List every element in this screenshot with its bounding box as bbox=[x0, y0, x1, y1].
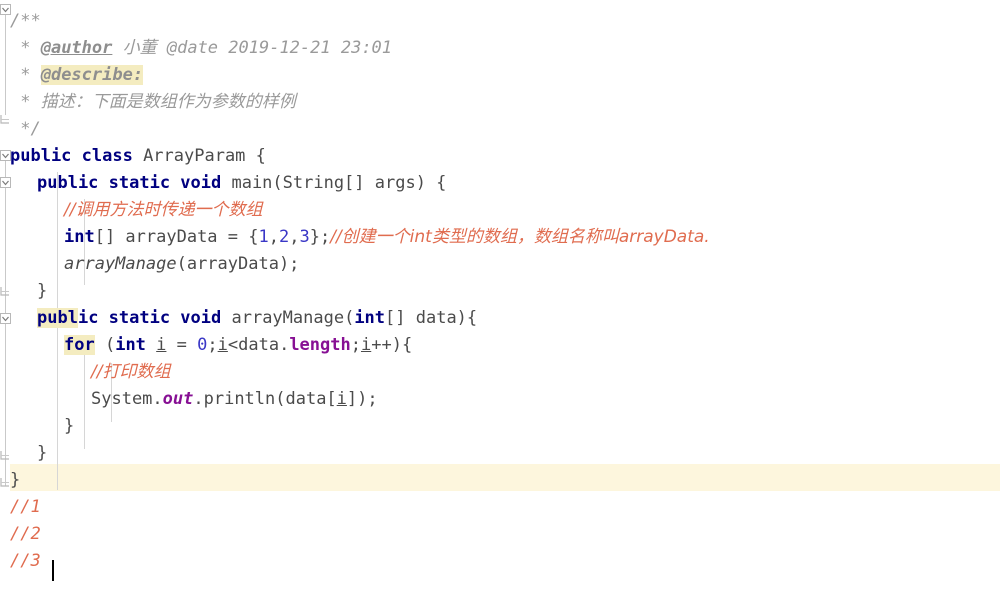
code-line-for-close-brace[interactable]: } bbox=[0, 413, 1000, 440]
code-token: } bbox=[10, 470, 21, 490]
code-line-arraymanage-declaration[interactable]: public static void arrayManage(int[] dat… bbox=[0, 305, 1000, 332]
code-token: @describe: bbox=[40, 65, 144, 85]
code-token: ++){ bbox=[371, 335, 413, 355]
code-line-output-2[interactable]: //2 bbox=[0, 521, 1000, 548]
code-token: ; bbox=[350, 335, 361, 355]
code-token: int bbox=[354, 308, 386, 328]
code-line-comment-print-array[interactable]: //打印数组 bbox=[0, 359, 1000, 386]
code-line-output-1[interactable]: //1 bbox=[0, 494, 1000, 521]
code-token: ; bbox=[207, 335, 218, 355]
code-line-main-declaration[interactable]: public static void main(String[] args) { bbox=[0, 170, 1000, 197]
code-token: ]); bbox=[346, 389, 378, 409]
code-line-javadoc-open[interactable]: /** bbox=[0, 8, 1000, 35]
fold-rail-main bbox=[5, 188, 6, 287]
code-token: } bbox=[37, 443, 48, 463]
fold-marker-javadoc-end[interactable] bbox=[0, 114, 11, 125]
code-token: , bbox=[268, 227, 279, 247]
code-token: 2 bbox=[278, 227, 290, 247]
code-token: } bbox=[64, 416, 75, 436]
fold-rail-arraymanage bbox=[5, 324, 6, 451]
code-line-main-close-brace[interactable]: } bbox=[0, 278, 1000, 305]
code-token: [] data){ bbox=[385, 308, 478, 328]
code-token: ( bbox=[94, 335, 116, 355]
text-caret bbox=[52, 560, 54, 581]
code-token: /** bbox=[10, 11, 41, 31]
code-token: i bbox=[360, 335, 372, 355]
code-token: out bbox=[162, 389, 194, 409]
fold-marker-javadoc-start[interactable] bbox=[0, 4, 11, 15]
code-token: publ bbox=[37, 308, 78, 328]
code-line-arraymanage-close-brace[interactable]: } bbox=[0, 440, 1000, 467]
code-token: length bbox=[289, 335, 351, 355]
code-token: <data. bbox=[227, 335, 290, 355]
code-token: int bbox=[115, 335, 146, 355]
code-token: i bbox=[217, 335, 228, 355]
editor-gutter[interactable] bbox=[0, 0, 11, 604]
fold-marker-class-start[interactable] bbox=[0, 150, 11, 161]
code-token: @date 2019-12-21 23:01 bbox=[156, 38, 393, 58]
fold-marker-method-main-start[interactable] bbox=[0, 177, 11, 188]
code-token: //2 bbox=[10, 524, 41, 544]
code-line-class-close-brace[interactable]: } bbox=[0, 467, 1000, 494]
code-token: 小董 bbox=[122, 38, 157, 58]
code-line-javadoc-close[interactable]: */ bbox=[0, 116, 1000, 143]
fold-marker-method-main-end[interactable] bbox=[0, 286, 11, 297]
code-token: * bbox=[10, 65, 41, 85]
fold-marker-method-arraymanage-end[interactable] bbox=[0, 450, 11, 461]
code-token: }; bbox=[309, 227, 331, 247]
code-line-class-declaration[interactable]: public class ArrayParam { bbox=[0, 143, 1000, 170]
code-line-for-loop[interactable]: for (int i = 0;i<data.length;i++){ bbox=[0, 332, 1000, 359]
code-token: @author bbox=[40, 38, 113, 58]
fold-marker-class-end[interactable] bbox=[0, 477, 11, 488]
code-line-javadoc-description[interactable]: * 描述：下面是数组作为参数的样例 bbox=[0, 89, 1000, 116]
code-token: i bbox=[156, 335, 167, 355]
fold-marker-method-arraymanage-start[interactable] bbox=[0, 313, 11, 324]
code-token: 3 bbox=[299, 227, 310, 247]
code-token: arrayManage( bbox=[221, 308, 355, 328]
code-token: 描述：下面是数组作为参数的样例 bbox=[40, 92, 296, 112]
code-token: arrayManage bbox=[64, 254, 177, 274]
code-token: int bbox=[64, 227, 95, 247]
code-token: 1 bbox=[258, 227, 269, 247]
code-token: .println(data[ bbox=[193, 389, 337, 409]
code-token: //打印数组 bbox=[91, 362, 171, 382]
code-token: (arrayData); bbox=[176, 254, 300, 274]
code-token: public class bbox=[10, 146, 133, 166]
code-token: main(String[] args) { bbox=[221, 173, 447, 193]
code-token: //调用方法时传递一个数组 bbox=[64, 200, 263, 220]
code-token: ArrayParam { bbox=[132, 146, 266, 166]
code-token: [] arrayData = { bbox=[94, 227, 259, 247]
code-token: ic static void bbox=[77, 308, 222, 328]
code-line-comment-pass-array[interactable]: //调用方法时传递一个数组 bbox=[0, 197, 1000, 224]
code-token: * bbox=[10, 38, 41, 58]
code-token: , bbox=[289, 227, 300, 247]
code-line-arraymanage-call[interactable]: arrayManage(arrayData); bbox=[0, 251, 1000, 278]
code-content[interactable]: /** * @author 小董 @date 2019-12-21 23:01 … bbox=[0, 0, 1000, 604]
code-token: = bbox=[166, 335, 198, 355]
code-token: } bbox=[37, 281, 48, 301]
code-token: for bbox=[64, 335, 95, 355]
code-line-javadoc-describe[interactable]: * @describe: bbox=[0, 62, 1000, 89]
code-line-array-declaration[interactable]: int[] arrayData = {1,2,3};//创建一个int类型的数组… bbox=[0, 224, 1000, 251]
code-line-javadoc-author[interactable]: * @author 小董 @date 2019-12-21 23:01 bbox=[0, 35, 1000, 62]
code-editor[interactable]: /** * @author 小董 @date 2019-12-21 23:01 … bbox=[0, 0, 1000, 604]
code-token: //1 bbox=[10, 497, 41, 517]
code-token: //创建一个int类型的数组，数组名称叫arrayData. bbox=[330, 227, 710, 247]
code-line-println[interactable]: System.out.println(data[i]); bbox=[0, 386, 1000, 413]
code-line-output-3[interactable]: //3 bbox=[0, 548, 1000, 575]
code-token: //3 bbox=[10, 551, 41, 571]
code-token: public static void bbox=[37, 173, 222, 193]
fold-rail-javadoc bbox=[5, 15, 6, 115]
code-token: * bbox=[10, 92, 41, 112]
code-token: */ bbox=[10, 119, 41, 139]
code-token: 0 bbox=[197, 335, 208, 355]
code-token: i bbox=[336, 389, 347, 409]
code-token: System. bbox=[91, 389, 163, 409]
